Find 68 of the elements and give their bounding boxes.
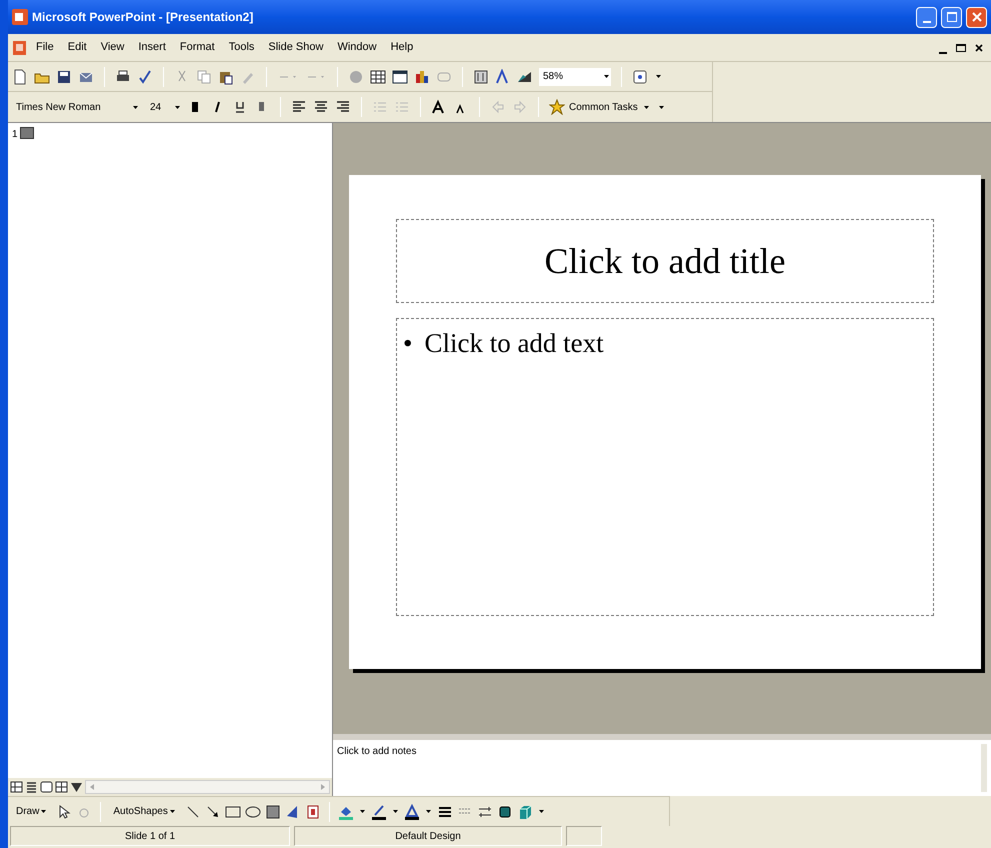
save-icon[interactable] <box>56 68 72 84</box>
bar-chart-icon[interactable] <box>414 68 430 84</box>
draw-menu-button[interactable]: Draw <box>12 804 52 819</box>
caret-icon[interactable] <box>658 106 664 108</box>
star-icon <box>549 99 565 115</box>
window-icon[interactable] <box>392 68 408 84</box>
oval-icon[interactable] <box>244 804 261 820</box>
menu-item[interactable]: File <box>30 39 60 56</box>
new-document-icon[interactable] <box>12 68 28 84</box>
font-field[interactable]: Times New Roman <box>12 98 140 116</box>
sorter-view-icon[interactable] <box>55 779 68 795</box>
menu-item[interactable]: Format <box>174 39 221 56</box>
status-bar-panel <box>566 826 602 846</box>
table-icon[interactable] <box>370 68 386 84</box>
caret-icon[interactable] <box>392 810 398 813</box>
text-box-icon[interactable] <box>264 804 281 820</box>
autoshapes-menu-button[interactable]: AutoShapes <box>109 804 181 819</box>
line-icon[interactable] <box>184 804 201 820</box>
menu-item[interactable]: Window <box>331 39 383 56</box>
normal-view-icon[interactable] <box>10 779 23 795</box>
menu-item[interactable]: Slide Show <box>262 39 330 56</box>
caret-icon[interactable] <box>170 810 175 813</box>
caret-icon[interactable] <box>656 75 661 78</box>
body-placeholder[interactable]: • Click to add text <box>396 318 934 616</box>
title-placeholder[interactable]: Click to add title <box>396 219 934 303</box>
menu-item[interactable]: Insert <box>132 39 172 56</box>
maximize-button[interactable] <box>941 6 962 28</box>
status-bar-panel: Slide 1 of 1 <box>10 826 290 846</box>
slide-icon[interactable] <box>20 127 34 139</box>
font-size-field[interactable]: 24 <box>146 98 182 116</box>
menu-item[interactable]: Help <box>384 39 420 56</box>
caret-icon[interactable] <box>133 106 138 108</box>
notes-placeholder: Click to add notes <box>337 745 418 759</box>
line-color-icon[interactable] <box>370 804 387 820</box>
slide-view-icon[interactable] <box>40 779 53 795</box>
align-left-icon[interactable] <box>291 99 307 115</box>
caret-icon[interactable] <box>360 810 365 813</box>
caret-icon[interactable] <box>644 106 649 108</box>
clip-art-icon[interactable] <box>304 804 321 820</box>
align-center-icon[interactable] <box>313 99 329 115</box>
arrow-icon[interactable] <box>204 804 221 820</box>
caret-icon[interactable] <box>426 810 431 813</box>
minimize-button[interactable] <box>916 6 937 28</box>
menu-item[interactable]: Tools <box>222 39 260 56</box>
zoom-field[interactable]: 58% <box>539 68 611 86</box>
slide-number: 1 <box>12 128 18 142</box>
vertical-scrollbar[interactable] <box>981 744 987 792</box>
spelling-icon[interactable] <box>137 68 153 84</box>
status-bar-panel: Default Design <box>294 826 562 846</box>
close-icon <box>975 44 983 52</box>
menu-item[interactable]: Edit <box>62 39 93 56</box>
shadow-style-icon[interactable] <box>496 804 513 820</box>
align-right-icon[interactable] <box>335 99 351 115</box>
app-icon <box>12 9 28 25</box>
caret-icon[interactable] <box>41 810 46 813</box>
document-icon[interactable] <box>12 40 28 56</box>
caret-icon[interactable] <box>538 810 544 813</box>
window-title: Microsoft PowerPoint - [Presentation2] <box>32 9 254 26</box>
caret-icon[interactable] <box>604 75 609 78</box>
notes-pane[interactable]: Click to add notes <box>333 734 991 796</box>
close-button[interactable] <box>966 6 987 28</box>
rectangle-icon[interactable] <box>224 804 241 820</box>
caret-icon[interactable] <box>175 106 180 108</box>
menu-item[interactable]: View <box>94 39 130 56</box>
common-tasks-button[interactable]: Common Tasks <box>549 99 651 115</box>
font-color-icon[interactable] <box>404 804 420 820</box>
close-icon <box>972 12 982 22</box>
help-icon[interactable] <box>632 68 648 84</box>
